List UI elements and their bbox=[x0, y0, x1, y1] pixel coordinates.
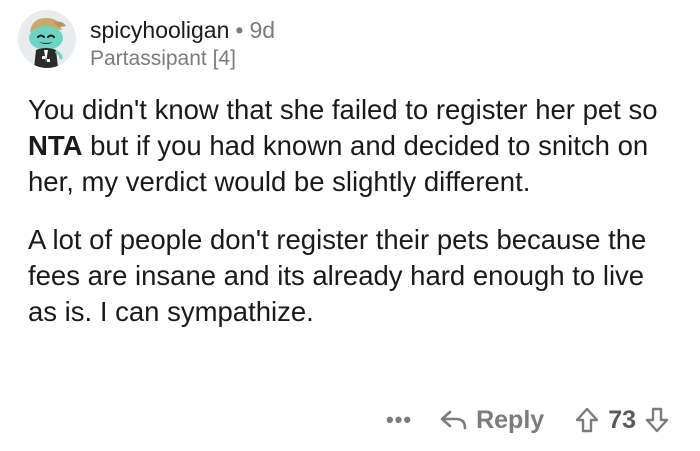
comment-age: 9d bbox=[249, 17, 276, 43]
snoo-avatar-icon bbox=[18, 10, 76, 68]
more-options-button[interactable]: ••• bbox=[386, 407, 412, 433]
vote-score: 73 bbox=[608, 405, 636, 434]
meta-separator: • bbox=[235, 17, 244, 43]
paragraph-1-text-b: but if you had known and decided to snit… bbox=[28, 130, 649, 197]
comment-header: spicyhooligan • 9d Partassipant [4] bbox=[18, 10, 275, 74]
reply-button[interactable]: Reply bbox=[440, 406, 544, 435]
upvote-arrow-icon[interactable] bbox=[574, 406, 600, 434]
user-flair: Partassipant [4] bbox=[90, 47, 236, 70]
reply-arrow-icon bbox=[440, 410, 467, 430]
verdict-bold-text: NTA bbox=[28, 130, 83, 161]
vote-controls: 73 bbox=[574, 406, 670, 435]
paragraph-1-text-a: You didn't know that she failed to regis… bbox=[28, 94, 658, 125]
comment-paragraph-2: A lot of people don't register their pet… bbox=[28, 224, 647, 327]
comment-actions: ••• Reply 73 bbox=[386, 400, 670, 440]
comment-meta: spicyhooligan • 9d Partassipant [4] bbox=[90, 16, 275, 72]
downvote-arrow-icon[interactable] bbox=[644, 406, 670, 434]
comment-paragraph-1: You didn't know that she failed to regis… bbox=[28, 92, 678, 200]
comment-card: spicyhooligan • 9d Partassipant [4] You di… bbox=[0, 0, 700, 451]
avatar[interactable] bbox=[18, 10, 76, 68]
comment-body: You didn't know that she failed to regis… bbox=[28, 92, 678, 330]
username-link[interactable]: spicyhooligan bbox=[90, 17, 229, 43]
reply-label: Reply bbox=[476, 405, 545, 434]
meta-line: spicyhooligan • 9d bbox=[90, 16, 275, 44]
